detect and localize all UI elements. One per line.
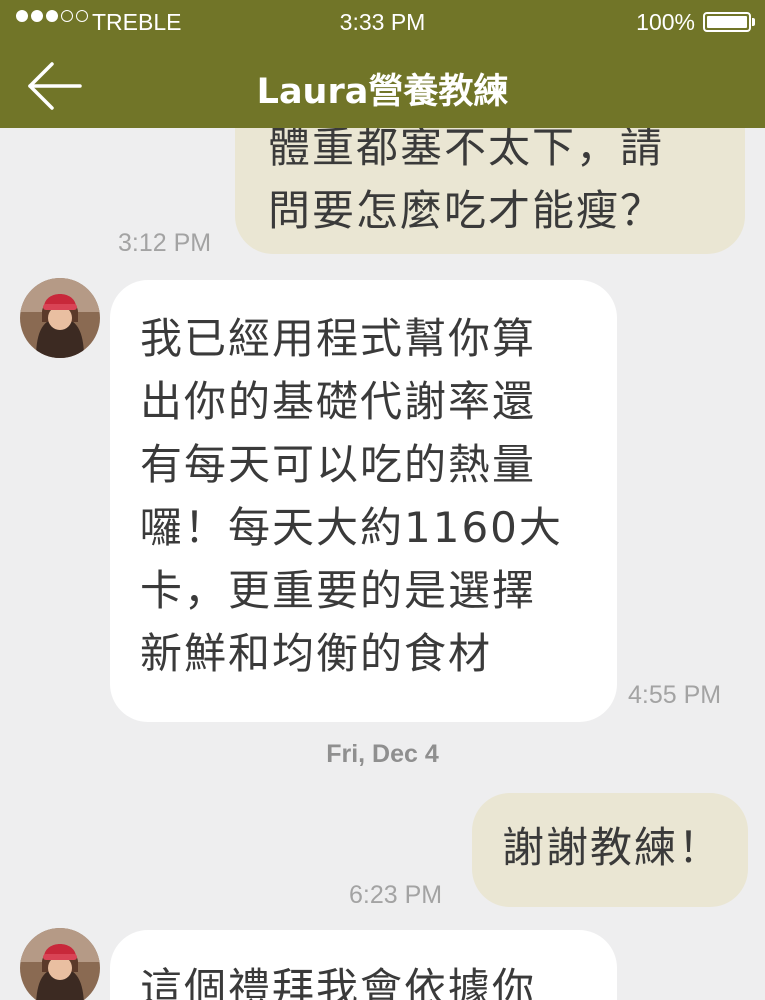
message-timestamp: 6:23 PM [349,881,443,909]
coach-avatar[interactable] [20,928,100,1000]
coach-avatar[interactable] [20,278,100,358]
incoming-message[interactable]: 這個禮拜我會依據你 [110,930,617,1000]
battery-percent: 100% [636,9,695,35]
message-line: 出你的基礎代謝率還 [140,377,537,426]
message-timestamp: 3:12 PM [118,229,212,257]
chat-title: Laura營養教練 [256,72,509,112]
outgoing-message[interactable]: 謝謝教練！ [472,793,748,907]
status-bar: TREBLE 3:33 PM 100% [0,0,765,44]
message-line: 有每天可以吃的熱量 [140,440,537,489]
date-divider: Fri, Dec 4 [326,740,439,768]
message-line: 這個禮拜我會依據你 [140,964,537,1000]
battery-icon [703,12,755,32]
app-header: TREBLE 3:33 PM 100% Laura營養教練 [0,0,765,128]
message-line: 卡，更重要的是選擇 [140,566,537,615]
nav-bar: Laura營養教練 [0,44,765,128]
message-line: 謝謝教練！ [502,823,723,872]
incoming-message[interactable]: 我已經用程式幫你算 出你的基礎代謝率還 有每天可以吃的熱量 囉！每天大約1160… [110,280,617,722]
message-line: 問要怎麼吃才能瘦？ [268,186,665,235]
message-line: 囉！每天大約1160大 [140,503,563,552]
message-timestamp: 4:55 PM [628,681,722,709]
message-line: 新鮮和均衡的食材 [140,629,493,678]
message-line: 我已經用程式幫你算 [140,314,537,363]
